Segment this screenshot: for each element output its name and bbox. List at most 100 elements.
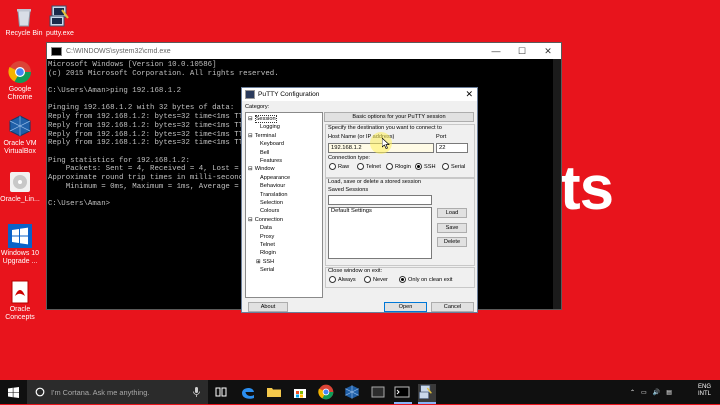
collapse-icon[interactable]: ⊟ — [248, 217, 253, 223]
close-button[interactable]: ✕ — [535, 46, 561, 57]
category-label: Category: — [245, 104, 270, 110]
port-label: Port — [436, 134, 447, 140]
edge-icon[interactable] — [240, 384, 256, 400]
close-clean-exit-radio[interactable]: Only on clean exit — [399, 276, 452, 283]
language-indicator[interactable]: ENG INTL — [698, 384, 711, 398]
basic-options-header: Basic options for your PuTTY session — [324, 112, 474, 122]
desktop-icon-oracle-lin[interactable]: Oracle_Lin... — [0, 170, 43, 204]
tree-item-behaviour[interactable]: Behaviour — [260, 183, 285, 189]
saved-sessions-label: Saved Sessions — [328, 187, 369, 193]
desktop-icon-virtualbox[interactable]: Oracle VM VirtualBox — [0, 114, 43, 156]
task-view-icon[interactable] — [213, 384, 229, 400]
collapse-icon[interactable]: ⊟ — [248, 116, 253, 122]
conn-type-telnet-radio[interactable]: Telnet — [357, 163, 381, 170]
collapse-icon[interactable]: ⊟ — [248, 166, 253, 172]
port-input[interactable]: 22 — [436, 143, 468, 153]
tree-item-label: Selection — [260, 200, 284, 206]
tree-item-terminal[interactable]: ⊟ Terminal — [248, 133, 276, 139]
close-always-radio[interactable]: Always — [329, 276, 356, 283]
file-explorer-icon[interactable] — [266, 384, 282, 400]
radio-circle — [386, 163, 393, 170]
chrome-taskbar-icon[interactable] — [318, 384, 334, 400]
sessions-list[interactable]: Default Settings — [328, 207, 432, 259]
desktop-icon-windows-10-upgrade[interactable]: Windows 10 Upgrade ... — [0, 224, 43, 266]
tree-item-colours[interactable]: Colours — [260, 208, 279, 214]
cmd-line — [48, 78, 561, 87]
about-button[interactable]: About — [248, 302, 288, 312]
tree-item-connection[interactable]: ⊟ Connection — [248, 217, 283, 223]
tree-item-bell[interactable]: Bell — [260, 150, 269, 156]
radio-label: SSH — [424, 163, 436, 170]
radio-label: Always — [338, 276, 356, 283]
tree-item-data[interactable]: Data — [260, 225, 272, 231]
tree-item-label: Bell — [260, 149, 270, 156]
tray-chevron-icon[interactable]: ⌃ — [630, 389, 635, 396]
cortana-placeholder: I'm Cortana. Ask me anything. — [51, 387, 150, 397]
tree-item-keyboard[interactable]: Keyboard — [260, 141, 284, 147]
cmd-titlebar[interactable]: C:\WINDOWS\system32\cmd.exe — ☐ ✕ — [47, 43, 561, 59]
cmd-scrollbar[interactable] — [553, 59, 561, 309]
tree-item-selection[interactable]: Selection — [260, 200, 283, 206]
desktop-icon-oracle-concepts[interactable]: Oracle Concepts — [0, 280, 43, 322]
putty-close-button[interactable]: ✕ — [465, 89, 473, 100]
cortana-search-box[interactable]: I'm Cortana. Ask me anything. — [27, 380, 208, 404]
load-button[interactable]: Load — [437, 208, 467, 218]
minimize-button[interactable]: — — [483, 46, 509, 56]
tree-item-label: Translation — [260, 191, 288, 198]
keyboard-layout: INTL — [698, 391, 712, 397]
store-icon[interactable] — [292, 384, 308, 400]
radio-circle — [329, 276, 336, 283]
radio-circle — [364, 276, 371, 283]
conn-type-serial-radio[interactable]: Serial — [442, 163, 465, 170]
conn-type-raw-radio[interactable]: Raw — [329, 163, 349, 170]
close-never-radio[interactable]: Never — [364, 276, 388, 283]
cmd-title: C:\WINDOWS\system32\cmd.exe — [66, 47, 171, 55]
tree-item-window[interactable]: ⊟ Window — [248, 166, 275, 172]
desktop-icon-label: Windows 10 Upgrade ... — [0, 250, 40, 265]
tree-item-features[interactable]: Features — [260, 158, 282, 164]
putty-taskbar-icon[interactable] — [418, 384, 436, 404]
tree-item-label: Appearance — [260, 174, 291, 181]
saved-sessions-input[interactable] — [328, 195, 432, 205]
conn-type-rlogin-radio[interactable]: Rlogin — [386, 163, 411, 170]
tree-item-telnet[interactable]: Telnet — [260, 242, 275, 248]
recycle-bin-icon — [12, 4, 36, 28]
tree-item-translation[interactable]: Translation — [260, 192, 287, 198]
tree-item-logging[interactable]: Logging — [260, 124, 280, 130]
desktop-icon-putty[interactable]: putty.exe — [37, 4, 83, 38]
save-button[interactable]: Save — [437, 223, 467, 233]
open-button[interactable]: Open — [384, 302, 427, 312]
tree-item-session[interactable]: ⊟ Session — [248, 115, 277, 123]
tree-item-label: Keyboard — [260, 141, 284, 148]
session-item-default[interactable]: Default Settings — [331, 208, 431, 215]
cmd-taskbar-icon[interactable] — [394, 384, 412, 404]
virtualbox-taskbar-icon[interactable] — [344, 384, 360, 400]
radio-circle-selected — [399, 276, 406, 283]
category-tree[interactable]: ⊟ Session Logging ⊟ Terminal Keyboard Bell Feat… — [245, 112, 323, 298]
tree-item-ssh[interactable]: ⊞ SSH — [256, 259, 274, 265]
maximize-button[interactable]: ☐ — [509, 46, 535, 57]
delete-button[interactable]: Delete — [437, 237, 467, 247]
volume-icon[interactable]: 🔊 — [653, 389, 660, 396]
desktop-icon-chrome[interactable]: Google Chrome — [0, 60, 43, 102]
tree-item-proxy[interactable]: Proxy — [260, 234, 274, 240]
putty-titlebar[interactable]: PuTTY Configuration ✕ — [242, 88, 477, 101]
tree-item-appearance[interactable]: Appearance — [260, 175, 290, 181]
desktop-icon-label: putty.exe — [46, 30, 74, 37]
tree-item-rlogin[interactable]: Rlogin — [260, 250, 276, 256]
radio-circle — [442, 163, 449, 170]
notifications-icon[interactable]: ▤ — [666, 389, 672, 396]
network-icon[interactable]: ▭ — [641, 389, 647, 396]
tree-item-serial[interactable]: Serial — [260, 267, 274, 273]
desktop-icon-label: Google Chrome — [7, 86, 33, 101]
start-button[interactable] — [0, 380, 27, 404]
collapse-icon[interactable]: ⊟ — [248, 133, 253, 139]
radio-label: Telnet — [366, 163, 381, 170]
putty-config-dialog[interactable]: PuTTY Configuration ✕ Category: ⊟ Session… — [241, 87, 478, 313]
expand-icon[interactable]: ⊞ — [256, 259, 261, 265]
media-icon[interactable] — [370, 384, 386, 400]
cancel-button[interactable]: Cancel — [431, 302, 474, 312]
close-on-exit-label: Close window on exit: — [328, 268, 383, 274]
tree-item-label: Serial — [260, 267, 275, 274]
conn-type-ssh-radio[interactable]: SSH — [415, 163, 436, 170]
